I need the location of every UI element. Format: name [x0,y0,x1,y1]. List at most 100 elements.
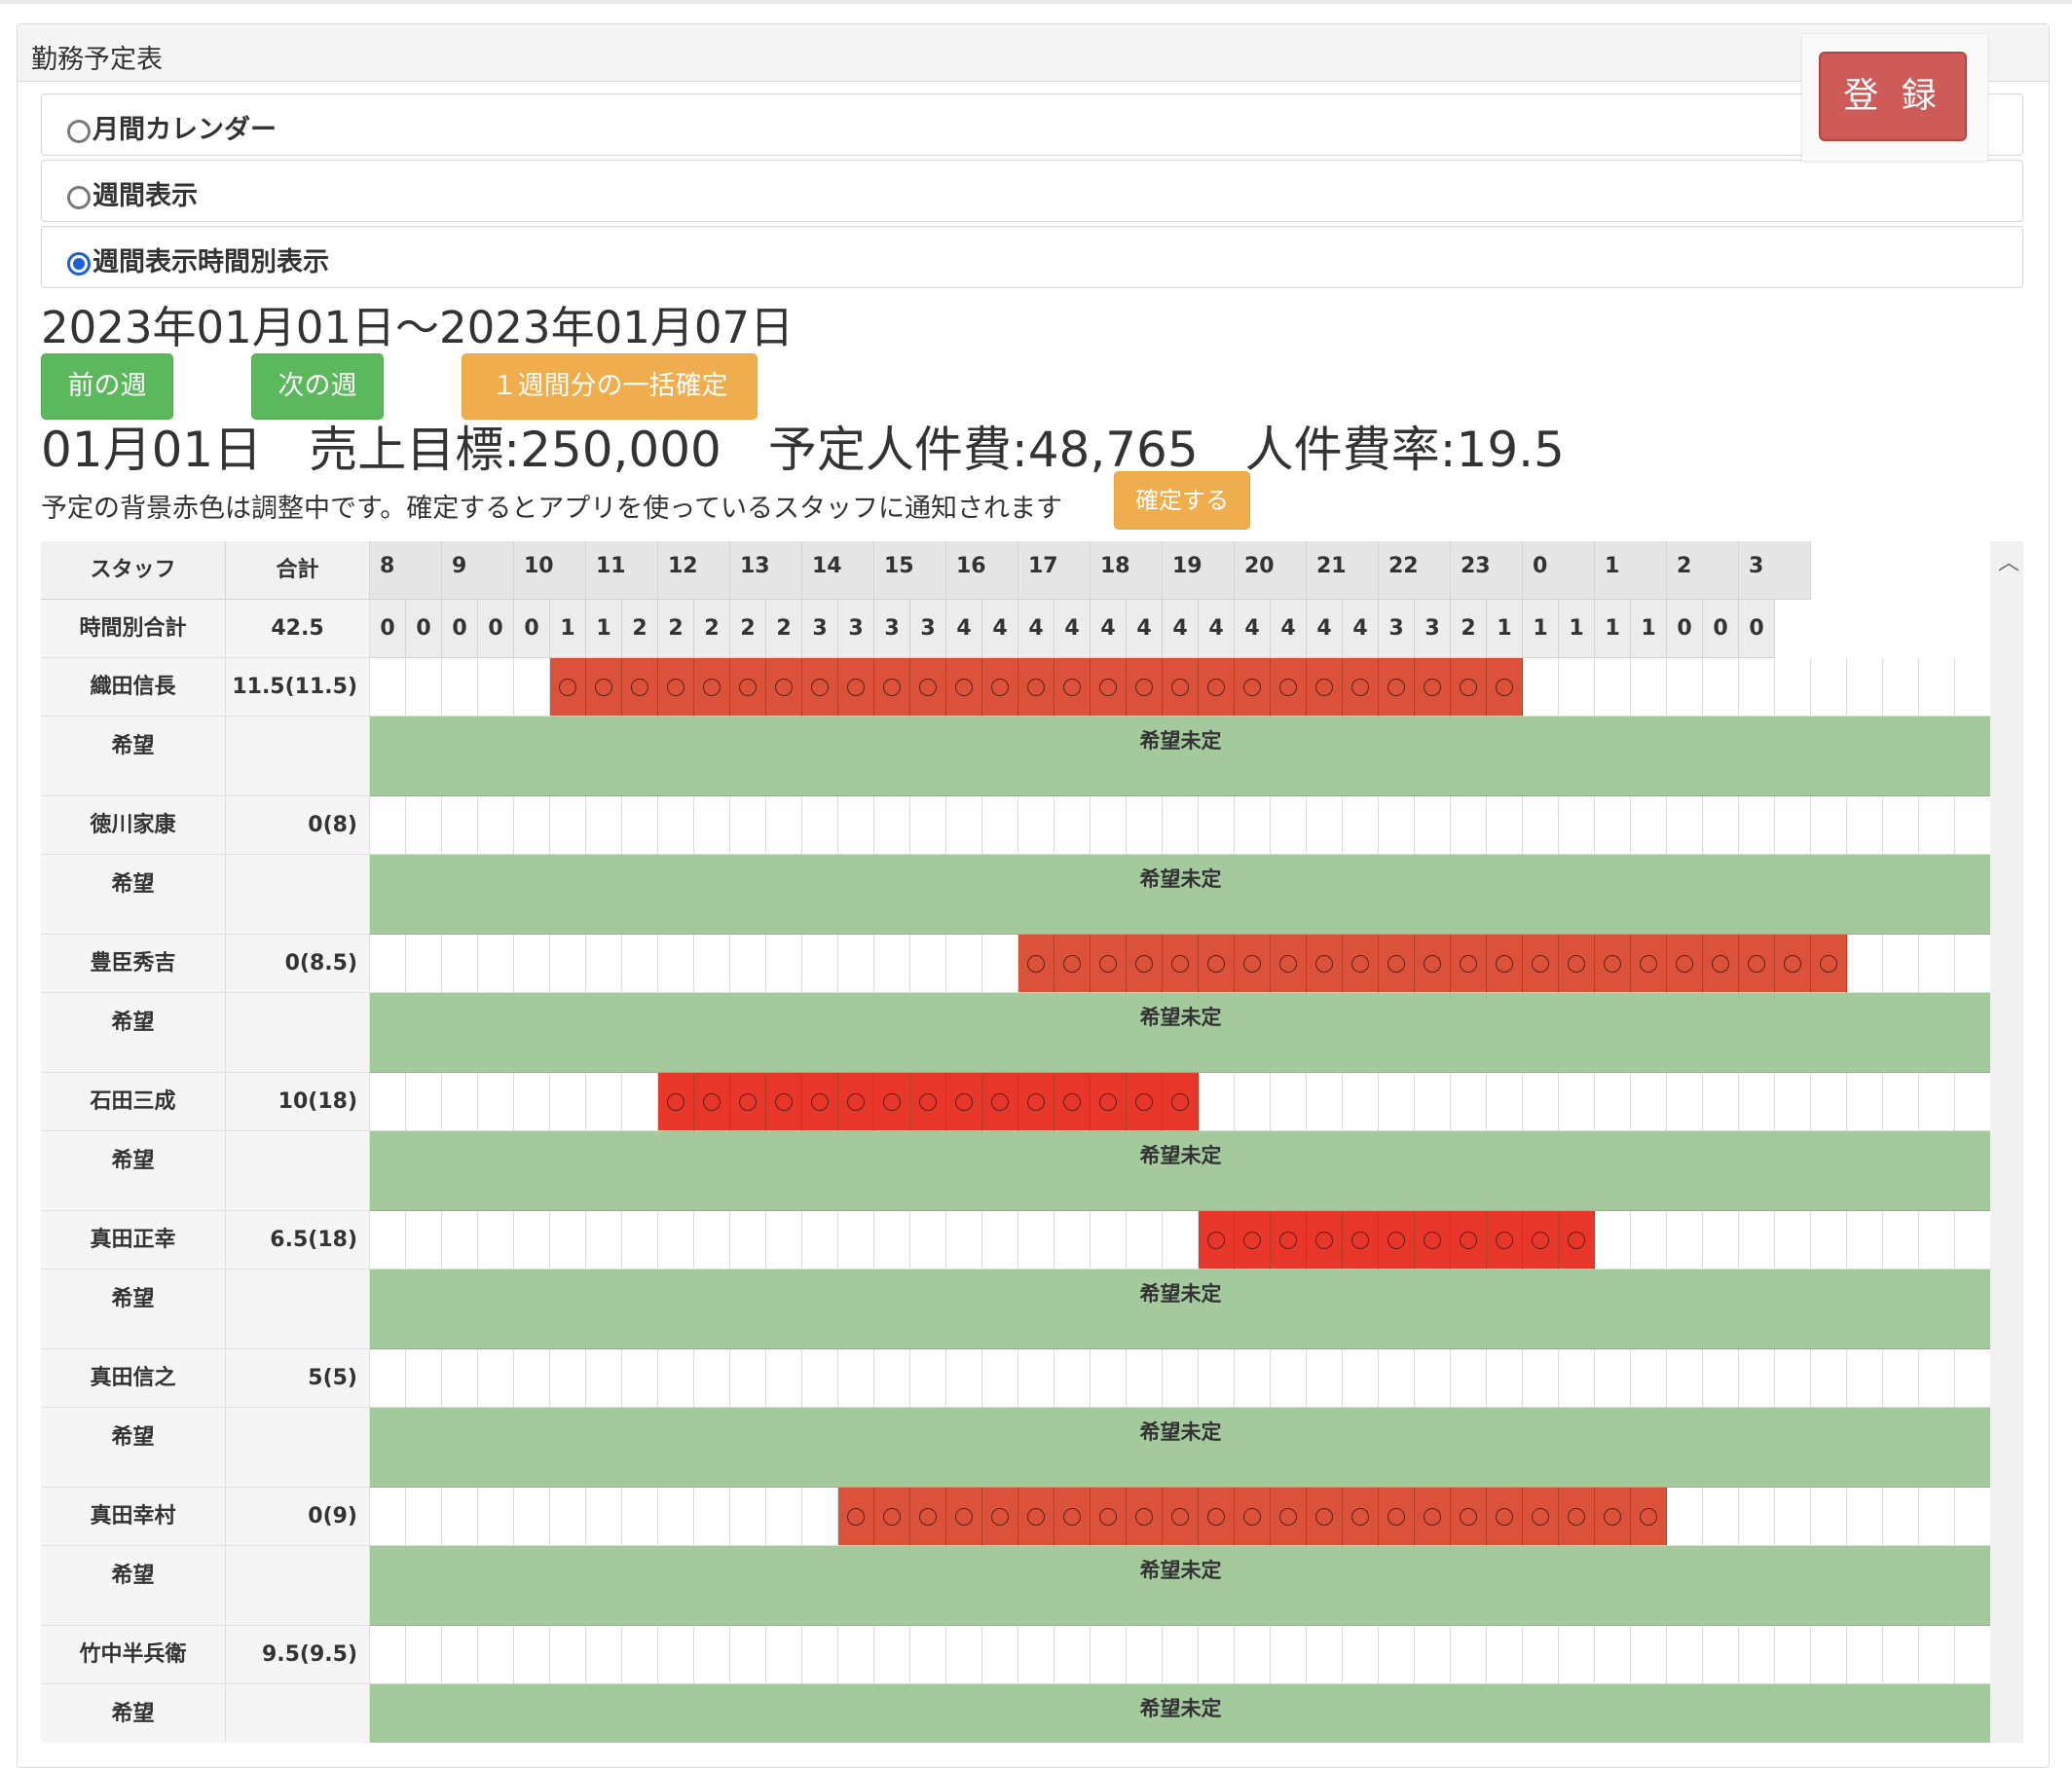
shift-slot[interactable] [478,1073,514,1131]
shift-slot[interactable] [766,1626,802,1684]
shift-slot[interactable] [514,1488,550,1546]
shift-slot[interactable] [406,1349,442,1408]
shift-slot-assigned[interactable] [1595,935,1631,993]
shift-slot-assigned[interactable] [1163,658,1199,717]
view-option-weekly[interactable]: 週間表示 [41,160,2023,222]
shift-slot[interactable] [1595,1349,1631,1408]
shift-slot[interactable] [694,1488,730,1546]
shift-slot[interactable] [442,1349,478,1408]
shift-slot[interactable] [1559,1073,1595,1131]
shift-slot[interactable] [1018,1626,1054,1684]
shift-slot[interactable] [586,796,622,855]
shift-slot-assigned[interactable] [1054,658,1091,717]
shift-slot[interactable] [730,1626,766,1684]
shift-slot[interactable] [1307,796,1343,855]
shift-slot[interactable] [1343,796,1379,855]
shift-slot-assigned[interactable] [1127,1488,1163,1546]
shift-slot[interactable] [1018,796,1054,855]
shift-slot[interactable] [586,1488,622,1546]
shift-slot-assigned[interactable] [1631,935,1667,993]
shift-slot[interactable] [1919,658,1955,717]
shift-slot[interactable] [1091,1211,1127,1270]
shift-slot[interactable] [1054,1349,1091,1408]
shift-slot[interactable] [766,935,802,993]
prev-week-button[interactable]: 前の週 [41,353,173,420]
shift-slot[interactable] [1739,1349,1775,1408]
shift-slot-assigned[interactable] [1091,1488,1127,1546]
shift-slot-assigned[interactable] [1451,935,1487,993]
radio-weekly-hourly[interactable] [67,252,91,276]
shift-slot-assigned[interactable] [1559,1211,1595,1270]
shift-slot[interactable] [1847,935,1883,993]
shift-slot[interactable] [1703,658,1739,717]
shift-slot-assigned[interactable] [1343,935,1379,993]
shift-slot-assigned[interactable] [1127,658,1163,717]
shift-slot[interactable] [1739,796,1775,855]
shift-slot-assigned[interactable] [1307,658,1343,717]
shift-slot[interactable] [1667,796,1703,855]
shift-slot-assigned[interactable] [1235,658,1271,717]
shift-slot[interactable] [802,1349,838,1408]
shift-slot[interactable] [1235,1626,1271,1684]
shift-slot[interactable] [1667,658,1703,717]
shift-slot[interactable] [1703,1211,1739,1270]
shift-slot[interactable] [550,1349,586,1408]
shift-slot-assigned[interactable] [910,658,946,717]
shift-slot-assigned[interactable] [586,658,622,717]
shift-slot[interactable] [1595,796,1631,855]
shift-slot[interactable] [1955,1211,1991,1270]
shift-slot[interactable] [1091,1626,1127,1684]
shift-slot-assigned[interactable] [1451,1488,1487,1546]
shift-slot[interactable] [1847,796,1883,855]
shift-slot[interactable] [1415,1349,1451,1408]
shift-slot[interactable] [622,935,658,993]
shift-slot-assigned[interactable] [1307,1488,1343,1546]
shift-slot[interactable] [586,1073,622,1131]
shift-slot[interactable] [1703,1626,1739,1684]
shift-slot[interactable] [658,1349,694,1408]
shift-slot-assigned[interactable] [1091,1073,1127,1131]
shift-slot-assigned[interactable] [1018,935,1054,993]
shift-slot-assigned[interactable] [1415,1211,1451,1270]
shift-slot-assigned[interactable] [1703,935,1739,993]
shift-slot[interactable] [730,796,766,855]
shift-slot[interactable] [478,1488,514,1546]
shift-slot[interactable] [1559,658,1595,717]
shift-slot-assigned[interactable] [1523,1488,1559,1546]
shift-slot[interactable] [514,658,550,717]
wish-undecided-bar[interactable]: 希望未定 [370,1408,1991,1488]
shift-slot[interactable] [946,935,982,993]
shift-slot-assigned[interactable] [694,658,730,717]
shift-slot[interactable] [442,1488,478,1546]
shift-slot[interactable] [622,1488,658,1546]
shift-slot[interactable] [1775,1626,1811,1684]
shift-slot[interactable] [1054,1211,1091,1270]
shift-slot[interactable] [1739,1211,1775,1270]
shift-slot-assigned[interactable] [1127,935,1163,993]
shift-slot[interactable] [1883,1626,1919,1684]
shift-slot-assigned[interactable] [838,658,874,717]
shift-slot-assigned[interactable] [1343,658,1379,717]
shift-slot[interactable] [982,1211,1018,1270]
shift-slot[interactable] [622,796,658,855]
shift-slot-assigned[interactable] [1163,1073,1199,1131]
shift-slot-assigned[interactable] [1199,658,1235,717]
shift-slot[interactable] [1847,1349,1883,1408]
shift-slot-assigned[interactable] [874,1073,910,1131]
shift-slot[interactable] [1955,796,1991,855]
shift-slot[interactable] [658,1626,694,1684]
shift-slot[interactable] [1379,1349,1415,1408]
shift-slot[interactable] [838,796,874,855]
shift-slot-assigned[interactable] [1415,1488,1451,1546]
shift-slot-assigned[interactable] [1451,1211,1487,1270]
shift-slot[interactable] [586,935,622,993]
shift-slot[interactable] [1271,1349,1307,1408]
shift-slot[interactable] [874,935,910,993]
shift-slot[interactable] [1379,796,1415,855]
shift-slot[interactable] [1523,796,1559,855]
shift-slot-assigned[interactable] [550,658,586,717]
shift-slot-assigned[interactable] [874,658,910,717]
shift-slot[interactable] [730,1488,766,1546]
wish-undecided-bar[interactable]: 希望未定 [370,1684,1991,1743]
shift-slot[interactable] [838,1626,874,1684]
